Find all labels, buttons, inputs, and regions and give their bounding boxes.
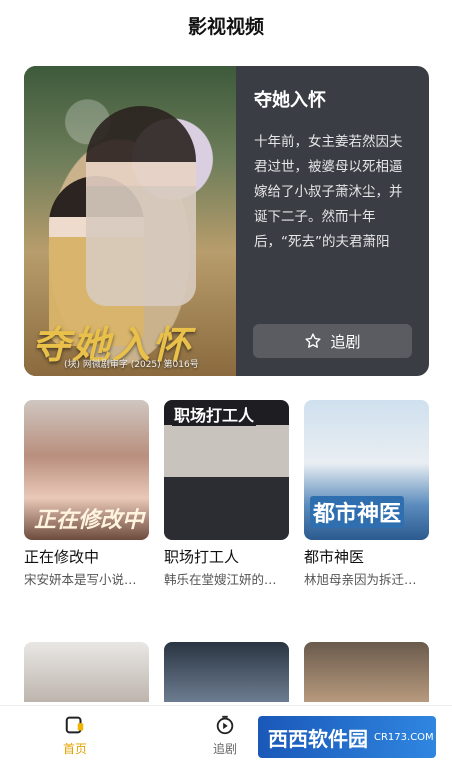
featured-card[interactable]: 夺她入怀 (块) 网微剧审字 (2025) 第016号 夺她入怀 十年前，女主姜… (24, 66, 429, 376)
cover-title: 都市神医 (310, 496, 405, 528)
poster-figure (86, 106, 196, 306)
home-icon (65, 716, 84, 734)
drama-title: 职场打工人 (164, 548, 240, 566)
drama-title: 正在修改中 (24, 548, 100, 566)
drama-card[interactable] (24, 642, 149, 702)
drama-card[interactable] (304, 642, 429, 702)
watermark-text: 西西软件园 (268, 726, 368, 751)
featured-info: 夺她入怀 十年前，女主姜若然因夫君过世，被婆母以死相逼嫁给了小叔子萧沐尘，并诞下… (236, 66, 429, 376)
featured-description: 十年前，女主姜若然因夫君过世，被婆母以死相逼嫁给了小叔子萧沐尘，并诞下二子。然而… (254, 134, 403, 250)
nav-label-follow: 追剧 (212, 742, 237, 756)
drama-cover[interactable]: 都市神医 (304, 400, 429, 540)
drama-title: 都市神医 (304, 548, 365, 566)
featured-poster[interactable]: 夺她入怀 (块) 网微剧审字 (2025) 第016号 (24, 66, 236, 376)
cover-title: 正在修改中 (34, 507, 145, 533)
watermark: 西西软件园 CR173.COM (258, 716, 436, 758)
drama-description: 韩乐在堂嫂江妍的… (164, 572, 277, 587)
drama-cover[interactable] (24, 642, 149, 702)
drama-cover[interactable] (164, 642, 289, 702)
poster-caption: (块) 网微剧审字 (2025) 第016号 (64, 360, 199, 370)
follow-button[interactable]: 追剧 (253, 324, 412, 358)
page-title: 影视视频 (187, 15, 264, 38)
drama-card[interactable]: 都市神医 都市神医 林旭母亲因为拆迁… (304, 400, 429, 588)
nav-item-home[interactable]: 首页 (35, 714, 115, 757)
top-bar: 影视视频 (0, 0, 452, 50)
play-clock-icon (216, 715, 234, 735)
follow-label: 追剧 (330, 332, 361, 351)
drama-description: 宋安妍本是写小说… (24, 572, 137, 587)
cover-title: 职场打工人 (172, 402, 257, 426)
nav-label-home: 首页 (62, 742, 87, 756)
drama-cover[interactable]: 职场打工人 (164, 400, 289, 540)
nav-item-follow[interactable]: 追剧 (185, 714, 265, 757)
drama-card[interactable]: 正在修改中 正在修改中 宋安妍本是写小说… (24, 400, 149, 588)
drama-card[interactable]: 职场打工人 职场打工人 韩乐在堂嫂江妍的… (164, 400, 289, 588)
drama-description: 林旭母亲因为拆迁… (304, 572, 417, 587)
featured-title: 夺她入怀 (254, 90, 326, 111)
drama-cover[interactable] (304, 642, 429, 702)
star-icon (305, 333, 322, 348)
drama-card[interactable] (164, 642, 289, 702)
watermark-sub: CR173.COM (374, 731, 434, 743)
drama-cover[interactable]: 正在修改中 (24, 400, 149, 540)
